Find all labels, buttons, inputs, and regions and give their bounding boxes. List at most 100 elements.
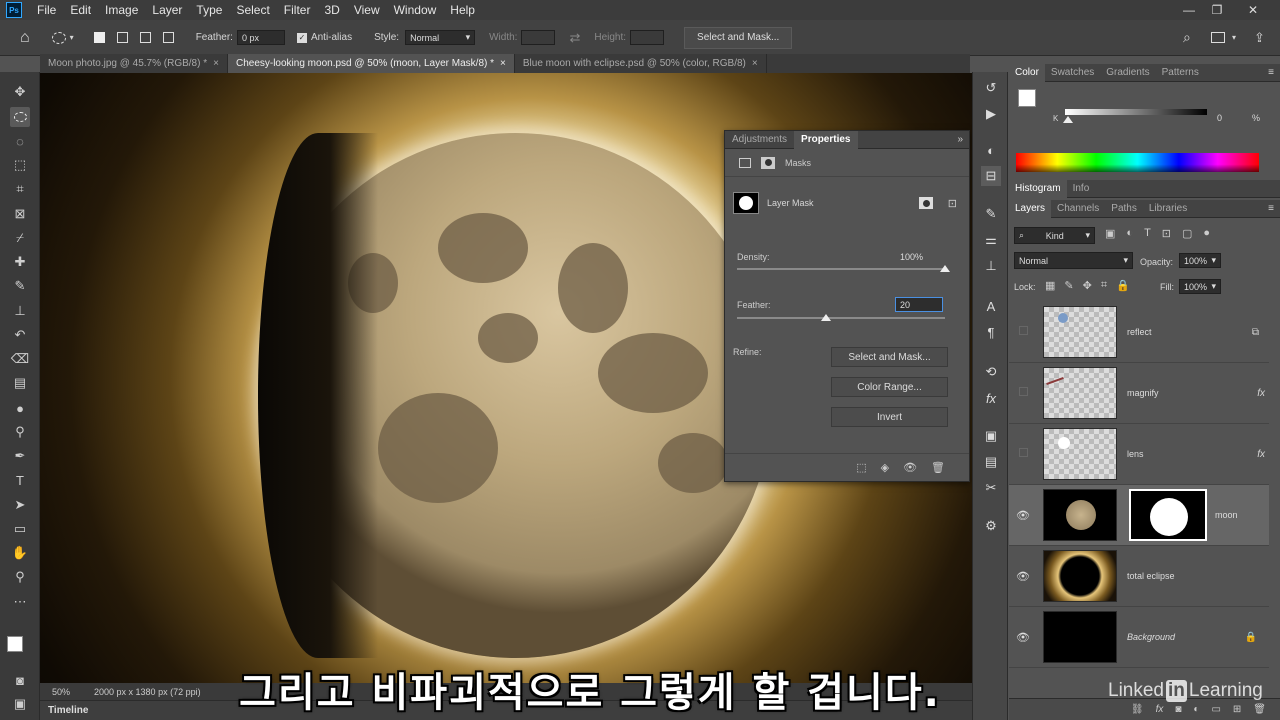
fx-icon[interactable]: fx <box>1257 388 1265 399</box>
restore-button[interactable]: ❐ <box>1204 0 1230 20</box>
new-layer-icon[interactable]: ⊞ <box>1233 704 1241 715</box>
feather-input[interactable]: 0 px <box>236 30 285 45</box>
hand-tool-icon[interactable]: ✋ <box>10 543 30 563</box>
feather-panel-input[interactable]: 20 <box>895 297 943 312</box>
tab-adjustments[interactable]: Adjustments <box>725 134 794 145</box>
visibility-toggle[interactable] <box>1009 387 1037 399</box>
new-group-icon[interactable]: ▭ <box>1211 704 1220 715</box>
tab-moon-photo[interactable]: Moon photo.jpg @ 45.7% (RGB/8) * × <box>40 54 228 73</box>
lock-all-icon[interactable]: 🔒 <box>1116 279 1130 292</box>
gradient-tool-icon[interactable]: ▤ <box>10 373 30 393</box>
lock-transparency-icon[interactable]: ▦ <box>1045 279 1055 292</box>
share-icon[interactable]: ⇪ <box>1254 30 1265 46</box>
new-adjustment-icon[interactable]: ◐ <box>1193 704 1199 715</box>
blur-tool-icon[interactable]: ● <box>10 398 30 418</box>
density-slider-thumb[interactable] <box>940 265 950 272</box>
eye-icon[interactable]: 👁 <box>1009 570 1037 583</box>
eye-icon[interactable]: 👁 <box>1009 631 1037 644</box>
brush-settings-icon[interactable]: ✎ <box>981 204 1001 224</box>
close-icon[interactable]: × <box>500 58 506 69</box>
pixel-filter-icon[interactable]: ▣ <box>1105 227 1115 240</box>
layer-name[interactable]: magnify <box>1127 388 1159 398</box>
menu-filter[interactable]: Filter <box>277 3 318 17</box>
collapse-icon[interactable]: » <box>957 134 963 145</box>
tab-paths[interactable]: Paths <box>1105 203 1143 214</box>
brush-tool-icon[interactable]: ✎ <box>10 276 30 296</box>
select-and-mask-button[interactable]: Select and Mask... <box>684 26 793 49</box>
dodge-tool-icon[interactable]: ⚲ <box>10 422 30 442</box>
move-tool-icon[interactable]: ✥ <box>10 82 30 102</box>
adjustment-filter-icon[interactable]: ◐ <box>1126 227 1133 240</box>
filter-toggle-icon[interactable]: ● <box>1203 227 1210 240</box>
k-slider-track[interactable] <box>1065 109 1207 115</box>
feather-slider-thumb[interactable] <box>821 314 832 321</box>
type-tool-icon[interactable]: T <box>10 470 30 490</box>
eye-icon[interactable]: 👁 <box>1009 509 1037 522</box>
layer-name[interactable]: lens <box>1127 449 1144 459</box>
layer-row-total-eclipse[interactable]: 👁 total eclipse <box>1009 546 1269 607</box>
lasso-tool-icon[interactable]: ◌ <box>10 131 30 151</box>
zoom-tool-icon[interactable]: ⚲ <box>10 567 30 587</box>
adjustments-icon[interactable]: ◐ <box>981 140 1001 160</box>
color-foreground-swatch[interactable] <box>1018 89 1036 107</box>
eye-icon[interactable]: 👁 <box>903 461 917 474</box>
layer-row-reflect[interactable]: reflect ⧉ <box>1009 302 1269 363</box>
properties-icon[interactable]: ⊟ <box>981 166 1001 186</box>
eyedropper-icon[interactable]: ⌿ <box>10 228 30 248</box>
lock-position-icon[interactable]: ✥ <box>1083 279 1092 292</box>
fill-input[interactable]: 100% ▾ <box>1179 279 1221 294</box>
color-range-button[interactable]: Color Range... <box>831 377 948 397</box>
tab-gradients[interactable]: Gradients <box>1100 67 1155 78</box>
clone-stamp-icon[interactable]: ⊥ <box>10 301 30 321</box>
invert-button[interactable]: Invert <box>831 407 948 427</box>
chevron-down-icon[interactable]: ▾ <box>1232 33 1236 42</box>
menu-view[interactable]: View <box>347 3 387 17</box>
layer-row-lens[interactable]: lens fx <box>1009 424 1269 485</box>
lock-pixels-icon[interactable]: ✎ <box>1064 279 1073 292</box>
k-slider-thumb[interactable] <box>1063 116 1073 123</box>
density-input[interactable]: 100% <box>895 249 945 264</box>
3d-icon[interactable]: ⚙ <box>981 516 1001 536</box>
visibility-toggle[interactable] <box>1009 448 1037 460</box>
close-icon[interactable]: × <box>213 58 219 69</box>
close-icon[interactable]: × <box>752 58 758 69</box>
layer-name[interactable]: total eclipse <box>1127 571 1175 581</box>
menu-edit[interactable]: Edit <box>63 3 98 17</box>
panel-menu-icon[interactable]: ≡ <box>1268 67 1274 78</box>
density-slider-track[interactable] <box>737 268 945 270</box>
load-selection-icon[interactable]: ⬚ <box>856 461 866 474</box>
tab-color[interactable]: Color <box>1009 63 1045 82</box>
trash-icon[interactable]: 🗑 <box>1253 704 1266 715</box>
color-spectrum[interactable] <box>1016 153 1259 172</box>
more-tools-icon[interactable]: ⋯ <box>10 592 30 612</box>
healing-brush-icon[interactable]: ✚ <box>10 252 30 272</box>
layer-mask-thumbnail[interactable] <box>1129 489 1207 541</box>
layer-row-background[interactable]: 👁 Background 🔒 <box>1009 607 1269 668</box>
tab-cheesy-moon[interactable]: Cheesy-looking moon.psd @ 50% (moon, Lay… <box>227 54 515 73</box>
menu-window[interactable]: Window <box>387 3 444 17</box>
elliptical-marquee-icon[interactable] <box>51 31 66 44</box>
clone-source-icon[interactable]: ⊥ <box>981 256 1001 276</box>
subtract-selection-icon[interactable] <box>139 32 151 43</box>
notes-icon[interactable]: ▤ <box>981 452 1001 472</box>
tab-swatches[interactable]: Swatches <box>1045 67 1100 78</box>
intersect-selection-icon[interactable] <box>162 32 174 43</box>
chevron-down-icon[interactable]: ▾ <box>70 33 74 42</box>
quick-selection-icon[interactable]: ⬚ <box>10 155 30 175</box>
crop-tool-icon[interactable]: ⌗ <box>10 179 30 199</box>
panel-menu-icon[interactable]: ≡ <box>1268 203 1274 214</box>
elliptical-marquee-tool-icon[interactable] <box>10 107 30 127</box>
opacity-input[interactable]: 100% ▾ <box>1179 253 1221 268</box>
menu-3d[interactable]: 3D <box>317 3 346 17</box>
menu-type[interactable]: Type <box>189 3 229 17</box>
tab-libraries[interactable]: Libraries <box>1143 203 1193 214</box>
fx-styles-icon[interactable]: fx <box>981 388 1001 408</box>
antialias-checkbox[interactable]: ✓ <box>296 32 307 43</box>
lock-artboard-icon[interactable]: ⌗ <box>1101 279 1107 292</box>
menu-image[interactable]: Image <box>98 3 145 17</box>
feather-slider-track[interactable] <box>737 317 945 319</box>
tab-layers[interactable]: Layers <box>1009 199 1052 218</box>
kind-filter-select[interactable]: ⌕ Kind ▾ <box>1014 227 1095 244</box>
tab-properties[interactable]: Properties <box>794 130 858 149</box>
tab-patterns[interactable]: Patterns <box>1156 67 1205 78</box>
